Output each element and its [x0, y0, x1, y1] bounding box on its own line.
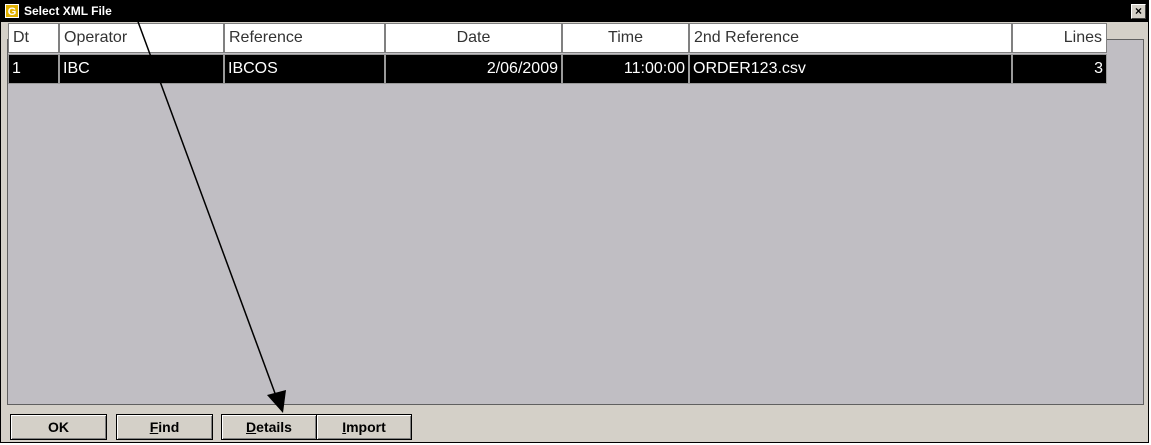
column-header-dt[interactable]: Dt	[8, 23, 59, 53]
details-button[interactable]: Details	[221, 414, 317, 440]
ok-button[interactable]: OK	[10, 414, 107, 440]
cell-lines: 3	[1012, 54, 1107, 84]
find-label: ind	[158, 419, 180, 435]
grid-header: Dt Operator Reference Date Time 2nd Refe…	[8, 23, 1138, 53]
table-row[interactable]: 1 IBC IBCOS 2/06/2009 11:00:00 ORDER123.…	[8, 54, 1108, 84]
cell-2nd-reference: ORDER123.csv	[689, 54, 1012, 84]
import-label: mport	[346, 419, 386, 435]
window-title: Select XML File	[24, 4, 112, 18]
import-button[interactable]: Import	[316, 414, 412, 440]
column-header-date[interactable]: Date	[385, 23, 562, 53]
cell-reference: IBCOS	[224, 54, 385, 84]
title-bar[interactable]: G Select XML File ×	[1, 1, 1148, 22]
details-mnemonic: D	[246, 419, 257, 435]
column-header-time[interactable]: Time	[562, 23, 689, 53]
cell-operator: IBC	[59, 54, 224, 84]
find-mnemonic: F	[149, 419, 159, 435]
find-button[interactable]: Find	[116, 414, 213, 440]
app-logo-icon: G	[5, 4, 19, 18]
details-label: etails	[256, 419, 292, 435]
column-header-lines[interactable]: Lines	[1012, 23, 1107, 53]
xml-file-grid[interactable]: Dt Operator Reference Date Time 2nd Refe…	[7, 23, 1144, 405]
select-xml-file-dialog: G Select XML File × Dt Operator Referenc…	[0, 0, 1149, 443]
cell-date: 2/06/2009	[385, 54, 562, 84]
column-header-operator[interactable]: Operator	[59, 23, 224, 53]
column-header-2nd-reference[interactable]: 2nd Reference	[689, 23, 1012, 53]
button-bar: OK Find Details Import	[7, 406, 1144, 440]
cell-time: 11:00:00	[562, 54, 689, 84]
cell-dt: 1	[8, 54, 59, 84]
close-button[interactable]: ×	[1131, 4, 1146, 19]
column-header-reference[interactable]: Reference	[224, 23, 385, 53]
